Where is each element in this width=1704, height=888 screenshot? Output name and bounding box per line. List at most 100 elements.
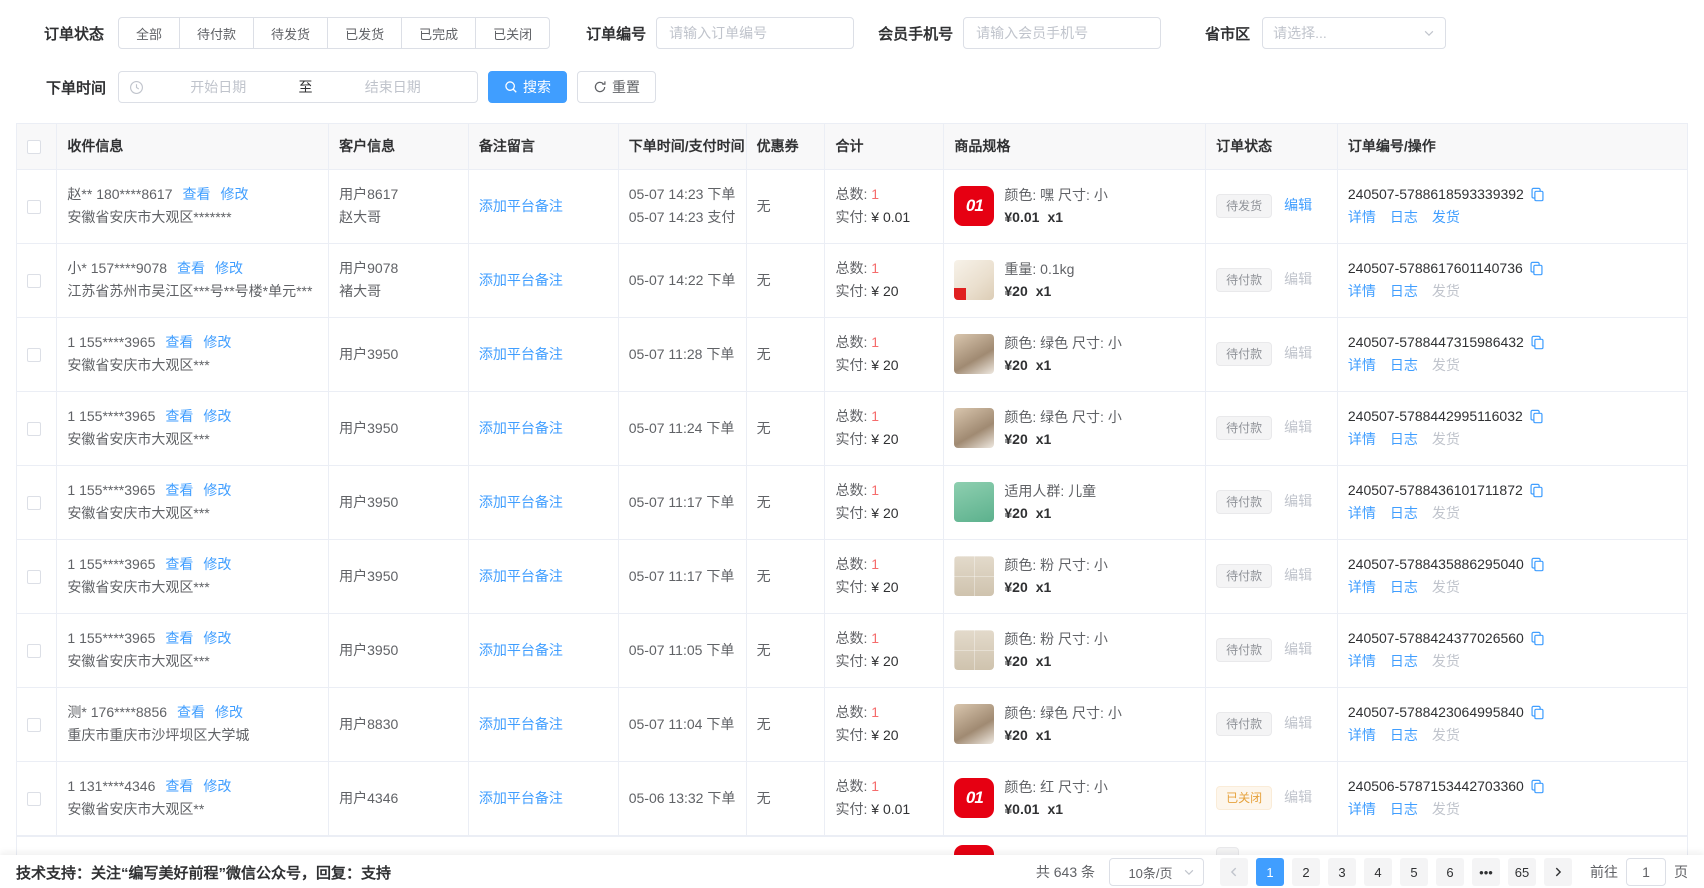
view-recipient-link[interactable]: 查看 (165, 778, 193, 794)
select-all-checkbox[interactable] (27, 140, 41, 154)
modify-recipient-link[interactable]: 修改 (203, 334, 231, 350)
copy-icon[interactable] (1530, 631, 1545, 646)
ship-link[interactable]: 发货 (1432, 653, 1460, 669)
status-filter-button-0[interactable]: 全部 (118, 17, 180, 49)
edit-status-link[interactable]: 编辑 (1284, 345, 1312, 361)
status-filter-button-4[interactable]: 已完成 (401, 17, 476, 49)
edit-status-link[interactable]: 编辑 (1284, 493, 1312, 509)
ship-link[interactable]: 发货 (1432, 727, 1460, 743)
row-checkbox[interactable] (27, 496, 41, 510)
page-size-select[interactable]: 10条/页 (1109, 858, 1204, 886)
add-platform-remark-link[interactable]: 添加平台备注 (479, 198, 563, 214)
view-recipient-link[interactable]: 查看 (183, 186, 211, 202)
page-ellipsis[interactable]: ••• (1472, 858, 1500, 886)
page-button-65[interactable]: 65 (1508, 858, 1536, 886)
add-platform-remark-link[interactable]: 添加平台备注 (479, 716, 563, 732)
log-link[interactable]: 日志 (1390, 209, 1418, 225)
status-filter-button-1[interactable]: 待付款 (179, 17, 254, 49)
copy-icon[interactable] (1530, 557, 1545, 572)
ship-link[interactable]: 发货 (1432, 801, 1460, 817)
copy-icon[interactable] (1529, 261, 1544, 276)
log-link[interactable]: 日志 (1390, 727, 1418, 743)
copy-icon[interactable] (1530, 705, 1545, 720)
view-recipient-link[interactable]: 查看 (165, 334, 193, 350)
edit-status-link[interactable]: 编辑 (1284, 641, 1312, 657)
row-checkbox[interactable] (27, 274, 41, 288)
detail-link[interactable]: 详情 (1348, 431, 1376, 447)
view-recipient-link[interactable]: 查看 (165, 630, 193, 646)
status-filter-button-3[interactable]: 已发货 (327, 17, 402, 49)
detail-link[interactable]: 详情 (1348, 801, 1376, 817)
edit-status-link[interactable]: 编辑 (1284, 271, 1312, 287)
log-link[interactable]: 日志 (1390, 357, 1418, 373)
detail-link[interactable]: 详情 (1348, 209, 1376, 225)
ship-link[interactable]: 发货 (1432, 209, 1460, 225)
search-button[interactable]: 搜索 (488, 71, 567, 103)
row-checkbox[interactable] (27, 570, 41, 584)
goto-page-input[interactable] (1626, 858, 1666, 886)
modify-recipient-link[interactable]: 修改 (221, 186, 249, 202)
add-platform-remark-link[interactable]: 添加平台备注 (479, 790, 563, 806)
ship-link[interactable]: 发货 (1432, 579, 1460, 595)
copy-icon[interactable] (1529, 409, 1544, 424)
row-checkbox[interactable] (27, 644, 41, 658)
modify-recipient-link[interactable]: 修改 (203, 630, 231, 646)
next-page-button[interactable] (1544, 858, 1572, 886)
log-link[interactable]: 日志 (1390, 505, 1418, 521)
page-button-1[interactable]: 1 (1256, 858, 1284, 886)
page-button-5[interactable]: 5 (1400, 858, 1428, 886)
copy-icon[interactable] (1529, 483, 1544, 498)
add-platform-remark-link[interactable]: 添加平台备注 (479, 568, 563, 584)
modify-recipient-link[interactable]: 修改 (203, 556, 231, 572)
detail-link[interactable]: 详情 (1348, 283, 1376, 299)
status-filter-button-2[interactable]: 待发货 (253, 17, 328, 49)
edit-status-link[interactable]: 编辑 (1284, 715, 1312, 731)
ship-link[interactable]: 发货 (1432, 357, 1460, 373)
order-no-input[interactable] (656, 17, 854, 49)
region-select[interactable]: 请选择... (1262, 17, 1446, 49)
detail-link[interactable]: 详情 (1348, 357, 1376, 373)
status-filter-button-5[interactable]: 已关闭 (475, 17, 550, 49)
row-checkbox[interactable] (27, 422, 41, 436)
edit-status-link[interactable]: 编辑 (1284, 567, 1312, 583)
log-link[interactable]: 日志 (1390, 653, 1418, 669)
log-link[interactable]: 日志 (1390, 801, 1418, 817)
row-checkbox[interactable] (27, 718, 41, 732)
view-recipient-link[interactable]: 查看 (165, 482, 193, 498)
modify-recipient-link[interactable]: 修改 (203, 778, 231, 794)
log-link[interactable]: 日志 (1390, 431, 1418, 447)
ship-link[interactable]: 发货 (1432, 505, 1460, 521)
page-button-3[interactable]: 3 (1328, 858, 1356, 886)
copy-icon[interactable] (1530, 335, 1545, 350)
log-link[interactable]: 日志 (1390, 579, 1418, 595)
log-link[interactable]: 日志 (1390, 283, 1418, 299)
ship-link[interactable]: 发货 (1432, 431, 1460, 447)
page-button-2[interactable]: 2 (1292, 858, 1320, 886)
add-platform-remark-link[interactable]: 添加平台备注 (479, 642, 563, 658)
detail-link[interactable]: 详情 (1348, 505, 1376, 521)
modify-recipient-link[interactable]: 修改 (215, 260, 243, 276)
reset-button[interactable]: 重置 (577, 71, 656, 103)
prev-page-button[interactable] (1220, 858, 1248, 886)
view-recipient-link[interactable]: 查看 (177, 260, 205, 276)
copy-icon[interactable] (1530, 187, 1545, 202)
edit-status-link[interactable]: 编辑 (1284, 419, 1312, 435)
page-button-4[interactable]: 4 (1364, 858, 1392, 886)
edit-status-link[interactable]: 编辑 (1284, 789, 1312, 805)
add-platform-remark-link[interactable]: 添加平台备注 (479, 420, 563, 436)
row-checkbox[interactable] (27, 792, 41, 806)
view-recipient-link[interactable]: 查看 (177, 704, 205, 720)
add-platform-remark-link[interactable]: 添加平台备注 (479, 272, 563, 288)
view-recipient-link[interactable]: 查看 (165, 556, 193, 572)
modify-recipient-link[interactable]: 修改 (203, 482, 231, 498)
page-button-6[interactable]: 6 (1436, 858, 1464, 886)
modify-recipient-link[interactable]: 修改 (203, 408, 231, 424)
detail-link[interactable]: 详情 (1348, 579, 1376, 595)
ship-link[interactable]: 发货 (1432, 283, 1460, 299)
modify-recipient-link[interactable]: 修改 (215, 704, 243, 720)
detail-link[interactable]: 详情 (1348, 653, 1376, 669)
row-checkbox[interactable] (27, 348, 41, 362)
copy-icon[interactable] (1530, 779, 1545, 794)
row-checkbox[interactable] (27, 200, 41, 214)
edit-status-link[interactable]: 编辑 (1284, 197, 1312, 213)
